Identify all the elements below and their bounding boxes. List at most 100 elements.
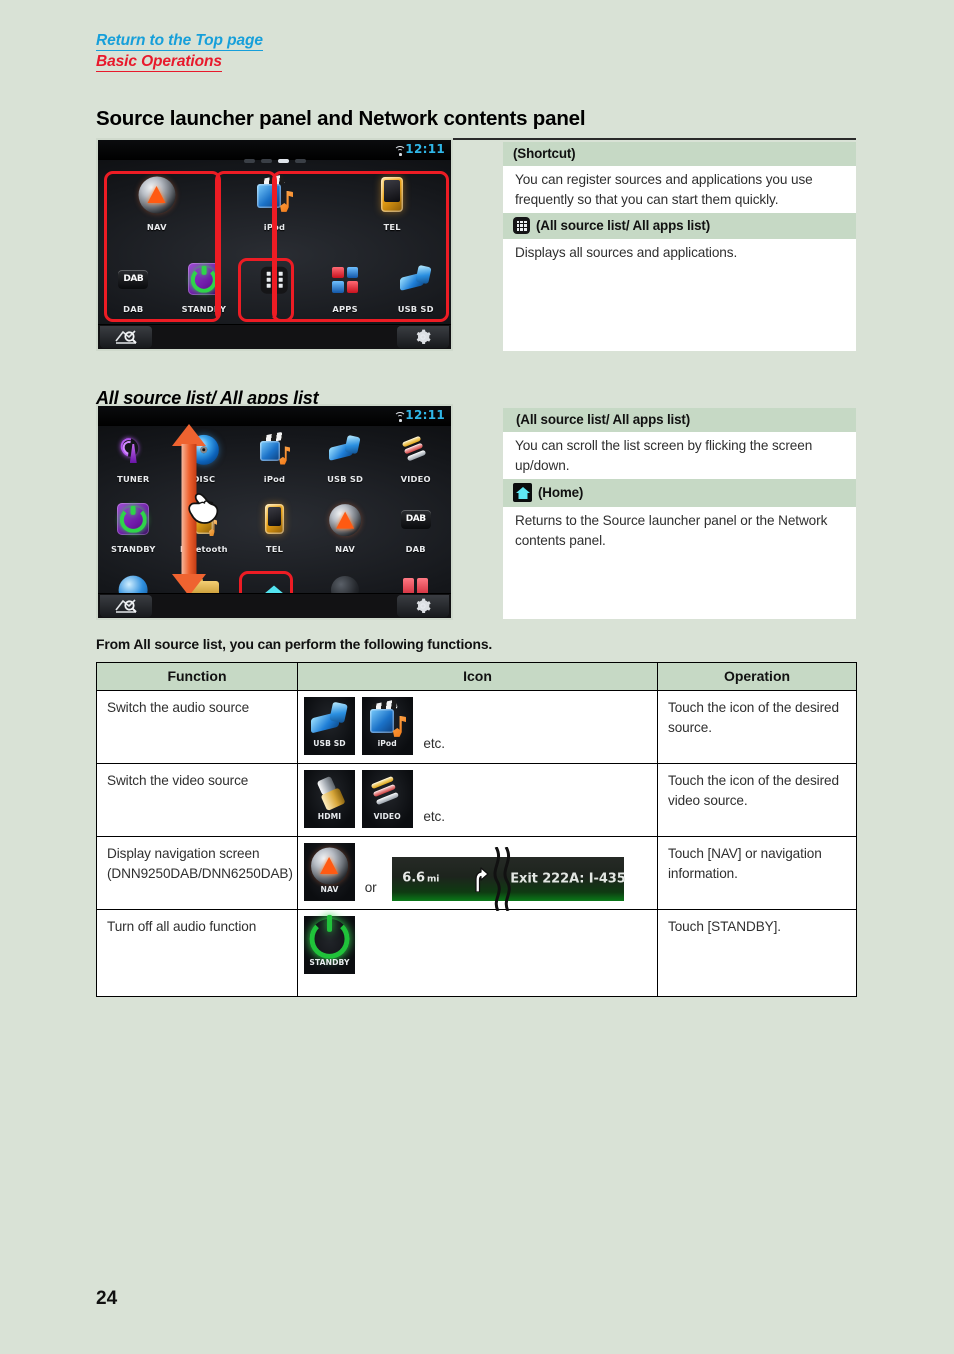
breadcrumb-basic-label: Basic Operations [96, 53, 222, 72]
page-indicator-dots [243, 159, 306, 163]
video-icon [398, 432, 434, 468]
app-label: TEL [265, 544, 284, 554]
tile-label: STANDBY [309, 957, 350, 967]
tile-video: VIDEO [361, 770, 413, 828]
app-tile-standby[interactable]: STANDBY [169, 262, 240, 314]
breadcrumb-link-basic-operations[interactable]: Basic Operations [96, 51, 263, 72]
nav-icon [327, 502, 363, 538]
all-source-list-icon [513, 217, 530, 234]
tile-label: iPod [377, 738, 397, 748]
panel1-body-shortcut: You can register sources and application… [515, 172, 813, 207]
tile-standby: STANDBY [304, 916, 355, 974]
status-bar: 12:11 [98, 140, 451, 160]
app-tile-nav[interactable]: NAV [98, 174, 216, 232]
app-tile-apps[interactable]: APPS [310, 262, 381, 314]
app-label: NAV [335, 544, 355, 554]
map-search-icon [115, 330, 137, 344]
shortcut-description-panel: (Shortcut) You can register sources and … [503, 142, 856, 351]
usb-sd-icon [327, 432, 363, 468]
panel2-header-home: (Home) [503, 479, 856, 507]
panel1-header-shortcut-label: (Shortcut) [513, 146, 576, 161]
turn-right-arrow-icon [475, 867, 489, 892]
tile-hdmi: HDMI [304, 770, 355, 828]
page-title: Source launcher panel and Network conten… [96, 107, 856, 140]
app-tile-standby[interactable]: STANDBY [98, 502, 169, 554]
usb-sd-icon [398, 262, 434, 298]
or-label: or [364, 879, 377, 895]
ipod-icon [256, 432, 292, 468]
cell-function: Switch the audio source [96, 690, 298, 764]
cell-function: Turn off all audio function [96, 909, 298, 997]
clock: 12:11 [405, 408, 445, 422]
tile-label: HDMI [317, 811, 342, 821]
source-row-1: TUNER DISC iPod USB SD VIDEO [98, 432, 451, 484]
app-label: DAB [405, 544, 426, 554]
map-search-button[interactable] [100, 595, 152, 617]
table-row: Switch the video source HDMI VIDEO etc. … [96, 763, 857, 837]
cell-operation: Touch the icon of the desired video sour… [657, 763, 857, 837]
panel1-header-shortcut: (Shortcut) [503, 142, 856, 166]
tile-ipod: iPod [361, 697, 413, 755]
ipod-icon [253, 174, 295, 216]
tel-icon [371, 174, 413, 216]
app-tile-ipod[interactable]: iPod [239, 432, 310, 484]
column-header-function: Function [96, 662, 298, 691]
app-label: STANDBY [181, 304, 227, 314]
source-launcher-screenshot: 12:11 NAV iPod TEL DAB DAB STANDBY APPS … [96, 138, 453, 351]
settings-button[interactable] [397, 595, 449, 617]
app-tile-usb-sd[interactable]: USB SD [380, 262, 451, 314]
tuner-icon [115, 432, 151, 468]
table-row: Switch the audio source USB SD iPod etc.… [96, 690, 857, 764]
source-row-2: STANDBY Bluetooth TEL NAV DAB DAB [98, 502, 451, 554]
panel2-header-all-source-label: (All source list/ All apps list) [516, 412, 691, 427]
dab-icon: DAB [398, 502, 434, 538]
app-tile-all-source-list[interactable] [239, 262, 310, 304]
breadcrumb-link-top-page[interactable]: Return to the Top page [96, 30, 263, 51]
app-tile-video[interactable]: VIDEO [380, 432, 451, 484]
navigation-info-banner: 6.6 mi Exit 222A: I-435 [392, 847, 626, 911]
app-label: STANDBY [111, 544, 156, 554]
apps-icon [327, 262, 363, 298]
panel1-header-all-source-label: (All source list/ All apps list) [536, 218, 711, 233]
app-tile-nav[interactable]: NAV [310, 502, 381, 554]
app-label: APPS [332, 304, 358, 314]
app-label: iPod [263, 474, 286, 484]
tile-nav: NAV [304, 843, 355, 901]
panel2-body-home: Returns to the Source launcher panel or … [515, 513, 828, 548]
dab-icon: DAB [115, 262, 151, 298]
app-tile-dab[interactable]: DAB DAB [98, 262, 169, 314]
app-label: iPod [263, 222, 286, 232]
app-tile-tel[interactable]: TEL [239, 502, 310, 554]
tile-label: NAV [320, 884, 339, 894]
app-label: NAV [146, 222, 167, 232]
hand-flick-icon [188, 493, 219, 524]
clock: 12:11 [405, 142, 445, 156]
all-source-list-screenshot: 12:11 TUNER DISC iPod USB SD VIDEO STAND… [96, 404, 453, 620]
table-header-row: Function Icon Operation [96, 662, 857, 691]
gear-icon [416, 598, 431, 613]
app-tile-usb-sd[interactable]: USB SD [310, 432, 381, 484]
panel1-body-all-source: Displays all sources and applications. [515, 245, 738, 260]
cell-operation: Touch the icon of the desired source. [657, 690, 857, 764]
shortcut-row-1: NAV iPod TEL [98, 174, 451, 232]
app-tile-dab[interactable]: DAB DAB [380, 502, 451, 554]
panel2-header-home-label: (Home) [538, 485, 584, 500]
nav-icon [136, 174, 178, 216]
table-row: Display navigation screen (DNN9250DAB/DN… [96, 836, 857, 911]
function-table: Function Icon Operation Switch the audio… [96, 662, 857, 997]
app-tile-ipod[interactable]: iPod [216, 174, 334, 232]
breadcrumb: Return to the Top page Basic Operations [96, 30, 263, 72]
tile-label: USB SD [313, 738, 346, 748]
banner-distance: 6.6 mi [402, 870, 440, 886]
banner-exit-text: Exit 222A: I-435 [510, 871, 626, 887]
etc-label: etc. [423, 735, 445, 751]
app-label: USB SD [397, 304, 434, 314]
column-header-operation: Operation [657, 662, 857, 691]
map-search-button[interactable] [100, 326, 152, 348]
screen-background [98, 140, 451, 349]
settings-button[interactable] [397, 326, 449, 348]
app-tile-tuner[interactable]: TUNER [98, 432, 169, 484]
all-source-list-icon [256, 262, 292, 298]
app-label: DAB [123, 304, 144, 314]
app-tile-tel[interactable]: TEL [333, 174, 451, 232]
